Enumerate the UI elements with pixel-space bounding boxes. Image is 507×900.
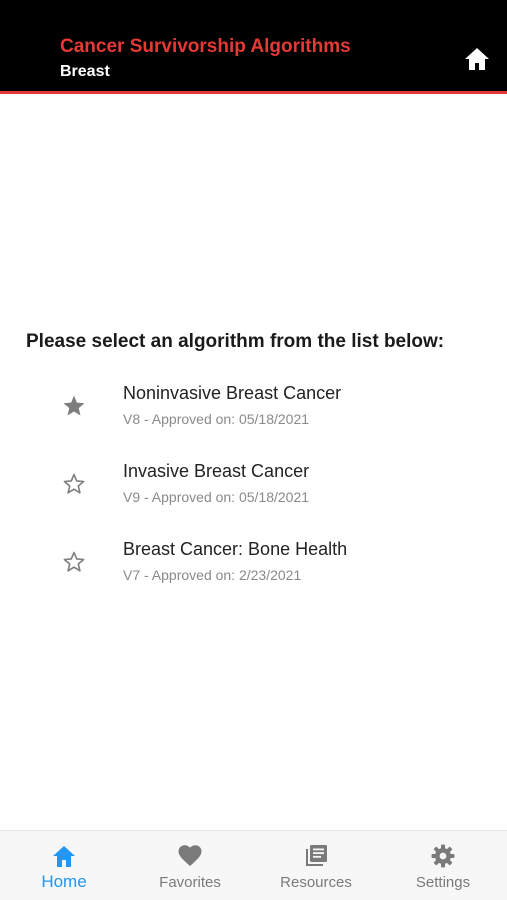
book-icon [306,845,327,866]
home-icon [53,846,75,867]
app-screen: Cancer Survivorship Algorithms Breast Pl… [0,0,507,900]
app-title: Cancer Survivorship Algorithms [60,36,351,57]
algorithm-name: Invasive Breast Cancer [123,461,310,481]
tab-label: Settings [415,874,471,891]
tab-label: Resources [280,874,352,891]
app-header: Cancer Survivorship Algorithms Breast [0,0,507,94]
star-outline-icon [63,473,85,494]
star-filled-icon [63,395,85,416]
tab-label: Favorites [159,874,221,891]
favorite-toggle[interactable] [62,550,86,574]
tab-favorites[interactable]: Favorites [127,831,253,900]
favorite-toggle[interactable] [62,472,86,496]
home-button[interactable] [464,47,490,71]
algorithm-list: Noninvasive Breast Cancer V8 - Approved … [0,370,507,604]
algorithm-item-noninvasive[interactable]: Noninvasive Breast Cancer V8 - Approved … [0,370,507,448]
algorithm-name: Noninvasive Breast Cancer [123,383,342,403]
tab-resources[interactable]: Resources [253,831,379,900]
gear-icon [431,844,455,868]
page-subtitle: Breast [60,63,110,80]
favorite-toggle[interactable] [62,394,86,418]
tab-home[interactable]: Home [1,831,127,900]
tab-settings[interactable]: Settings [380,831,506,900]
algorithm-item-invasive[interactable]: Invasive Breast Cancer V9 - Approved on:… [0,448,507,526]
home-icon [465,48,489,70]
tab-label: Home [41,872,87,891]
select-prompt: Please select an algorithm from the list… [26,331,445,352]
algorithm-version: V8 - Approved on: 05/18/2021 [123,411,310,427]
star-outline-icon [63,551,85,572]
algorithm-name: Breast Cancer: Bone Health [123,539,348,559]
heart-icon [178,845,202,866]
algorithm-version: V7 - Approved on: 2/23/2021 [123,567,302,583]
algorithm-item-bone-health[interactable]: Breast Cancer: Bone Health V7 - Approved… [0,526,507,604]
algorithm-version: V9 - Approved on: 05/18/2021 [123,489,310,505]
bottom-tab-bar: Home Favorites Resources Settings [0,830,507,900]
